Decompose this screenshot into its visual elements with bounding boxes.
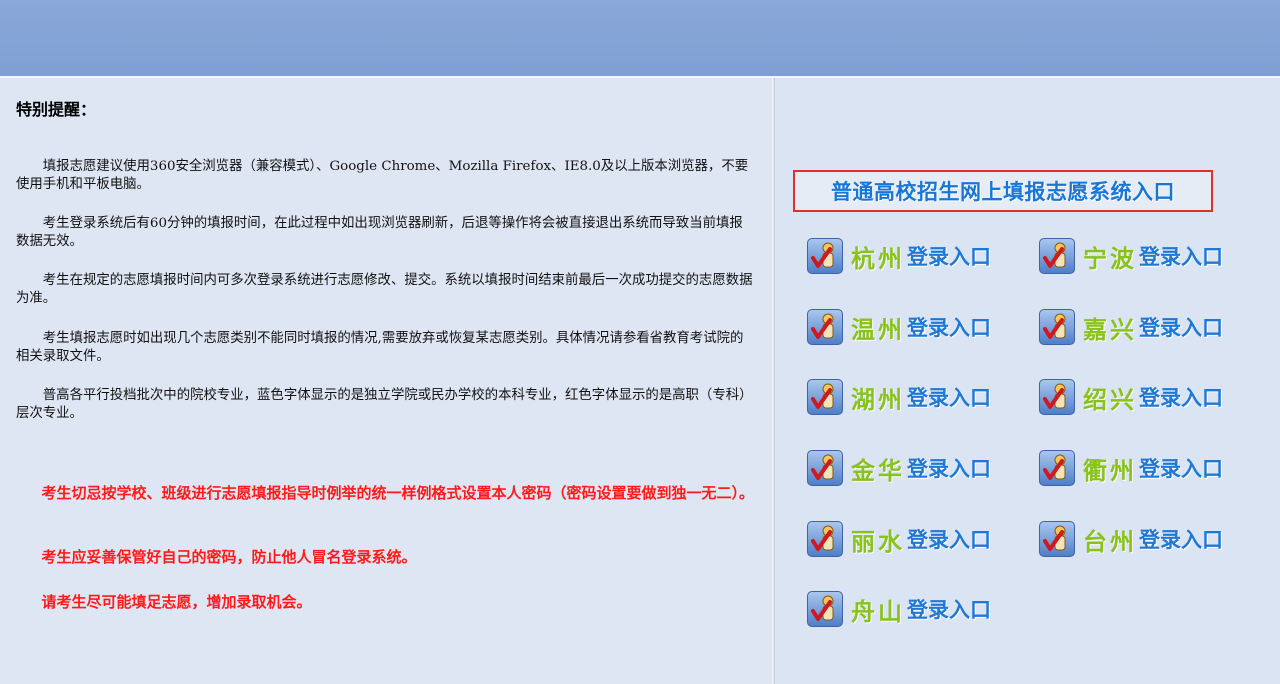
user-check-icon <box>1039 309 1075 345</box>
city-name: 嘉兴 <box>1083 315 1137 344</box>
city-login-ningbo[interactable]: 宁波 登录入口 <box>1039 236 1223 276</box>
user-check-icon <box>1039 238 1075 274</box>
city-login-label: 登录入口 <box>1139 245 1223 269</box>
city-login-shaoxing[interactable]: 绍兴 登录入口 <box>1039 377 1223 417</box>
city-login-taizhou[interactable]: 台州 登录入口 <box>1039 519 1223 559</box>
city-name: 宁波 <box>1083 244 1137 273</box>
city-login-quzhou[interactable]: 衢州 登录入口 <box>1039 448 1223 488</box>
notice-paragraph-browser: 填报志愿建议使用360安全浏览器（兼容模式）、Google Chrome、Moz… <box>16 159 749 192</box>
user-check-icon <box>807 309 843 345</box>
notice-panel: 特别提醒： 填报志愿建议使用360安全浏览器（兼容模式）、Google Chro… <box>0 78 772 684</box>
login-panel: 普通高校招生网上填报志愿系统入口 杭州 登录入口 宁波 登录入口 温州 登录入口… <box>775 78 1280 684</box>
city-name: 丽水 <box>851 527 905 556</box>
system-entry-button[interactable]: 普通高校招生网上填报志愿系统入口 <box>793 170 1213 212</box>
warning-fill-volunteers: 请考生尽可能填足志愿，增加录取机会。 <box>41 593 312 611</box>
notice-paragraph-category: 考生填报志愿时如出现几个志愿类别不能同时填报的情况,需要放弃或恢复某志愿类别。具… <box>16 331 744 364</box>
user-check-icon <box>807 450 843 486</box>
city-login-label: 登录入口 <box>907 457 991 481</box>
city-name: 衢州 <box>1083 456 1137 485</box>
city-login-label: 登录入口 <box>1139 457 1223 481</box>
city-login-label: 登录入口 <box>1139 528 1223 552</box>
city-login-label: 登录入口 <box>907 598 991 622</box>
page-header <box>0 0 1280 78</box>
city-login-jiaxing[interactable]: 嘉兴 登录入口 <box>1039 307 1223 347</box>
user-check-icon <box>1039 521 1075 557</box>
notice-title: 特别提醒： <box>16 100 97 119</box>
warning-password-format: 考生切忌按学校、班级进行志愿填报指导时例举的统一样例格式设置本人密码（密码设置要… <box>41 484 755 502</box>
city-login-label: 登录入口 <box>907 245 991 269</box>
city-login-lishui[interactable]: 丽水 登录入口 <box>807 519 991 559</box>
city-login-huzhou[interactable]: 湖州 登录入口 <box>807 377 991 417</box>
user-check-icon <box>807 238 843 274</box>
notice-paragraph-color-legend: 普高各平行投档批次中的院校专业，蓝色字体显示的是独立学院或民办学校的本科专业，红… <box>16 388 753 421</box>
city-login-zhoushan[interactable]: 舟山 登录入口 <box>807 589 991 629</box>
user-check-icon <box>807 521 843 557</box>
user-check-icon <box>1039 379 1075 415</box>
city-login-label: 登录入口 <box>907 528 991 552</box>
city-name: 舟山 <box>851 597 905 626</box>
user-check-icon <box>807 379 843 415</box>
city-login-hangzhou[interactable]: 杭州 登录入口 <box>807 236 991 276</box>
city-name: 绍兴 <box>1083 385 1137 414</box>
user-check-icon <box>1039 450 1075 486</box>
city-login-label: 登录入口 <box>1139 386 1223 410</box>
city-name: 台州 <box>1083 527 1137 556</box>
city-login-label: 登录入口 <box>1139 316 1223 340</box>
city-login-label: 登录入口 <box>907 316 991 340</box>
user-check-icon <box>807 591 843 627</box>
notice-paragraph-time-limit: 考生登录系统后有60分钟的填报时间，在此过程中如出现浏览器刷新，后退等操作将会被… <box>16 216 743 249</box>
city-name: 杭州 <box>851 244 905 273</box>
city-login-label: 登录入口 <box>907 386 991 410</box>
city-login-jinhua[interactable]: 金华 登录入口 <box>807 448 991 488</box>
city-name: 金华 <box>851 456 905 485</box>
notice-paragraph-multiple-submit: 考生在规定的志愿填报时间内可多次登录系统进行志愿修改、提交。系统以填报时间结束前… <box>16 273 753 306</box>
city-name: 湖州 <box>851 385 905 414</box>
city-name: 温州 <box>851 315 905 344</box>
city-login-wenzhou[interactable]: 温州 登录入口 <box>807 307 991 347</box>
warning-keep-password: 考生应妥善保管好自己的密码，防止他人冒名登录系统。 <box>41 548 417 566</box>
